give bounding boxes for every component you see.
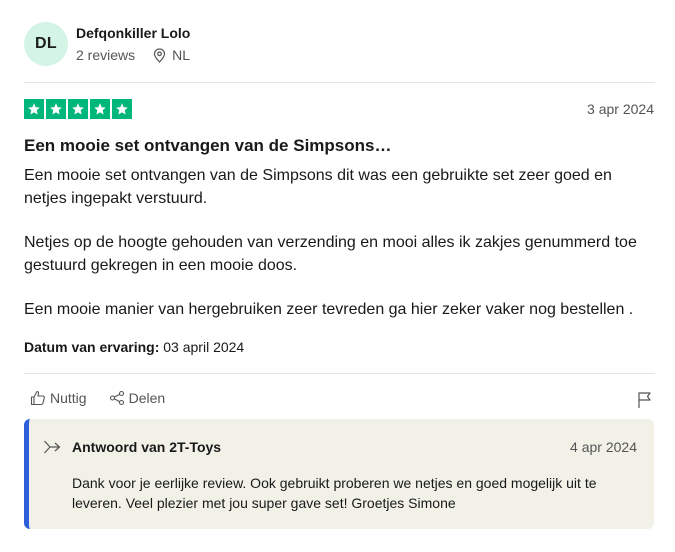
share-label: Delen	[128, 390, 166, 406]
reviewer-meta: 2 reviews NL	[76, 47, 190, 63]
star-icon	[90, 99, 110, 119]
reviewer-country: NL	[172, 47, 191, 63]
divider	[24, 373, 655, 374]
review-paragraph: Een mooie set ontvangen van de Simpsons …	[24, 167, 612, 207]
reply-title: Antwoord van 2T-Toys	[72, 439, 222, 455]
company-reply: Antwoord van 2T-Toys 4 apr 2024 Dank voo…	[24, 419, 654, 529]
report-button[interactable]	[637, 391, 653, 414]
star-rating	[24, 99, 132, 119]
reviewer-name[interactable]: Defqonkiller Lolo	[76, 25, 190, 41]
flag-icon	[638, 392, 651, 408]
reply-arrow-icon	[44, 440, 61, 454]
review-title[interactable]: Een mooie set ontvangen van de Simpsons…	[24, 136, 391, 156]
reviewer-location: NL	[153, 47, 190, 63]
experience-label: Datum van ervaring:	[24, 339, 160, 355]
star-icon	[46, 99, 66, 119]
review-card: DL Defqonkiller Lolo 2 reviews NL 3 apr …	[0, 0, 675, 552]
reply-date: 4 apr 2024	[570, 439, 637, 455]
star-icon	[24, 99, 44, 119]
review-body: Een mooie set ontvangen van de Simpsons …	[24, 165, 654, 344]
review-count: 2 reviews	[76, 47, 136, 63]
divider	[24, 82, 655, 83]
experience-date: Datum van ervaring: 03 april 2024	[24, 339, 244, 355]
avatar[interactable]: DL	[24, 22, 68, 66]
share-button[interactable]: Delen	[109, 390, 166, 406]
reply-body: Dank voor je eerlijke review. Ook gebrui…	[72, 475, 597, 511]
review-date: 3 apr 2024	[587, 101, 654, 117]
share-icon	[109, 390, 124, 406]
thumbs-up-icon	[30, 390, 45, 406]
useful-button[interactable]: Nuttig	[30, 390, 87, 406]
star-icon	[68, 99, 88, 119]
location-pin-icon	[154, 47, 166, 63]
review-actions: Nuttig Delen	[30, 390, 165, 406]
useful-label: Nuttig	[50, 390, 87, 406]
review-paragraph: Een mooie manier van hergebruiken zeer t…	[24, 301, 634, 318]
star-icon	[112, 99, 132, 119]
review-paragraph: Netjes op de hoogte gehouden van verzend…	[24, 234, 637, 274]
experience-value: 03 april 2024	[163, 339, 245, 355]
